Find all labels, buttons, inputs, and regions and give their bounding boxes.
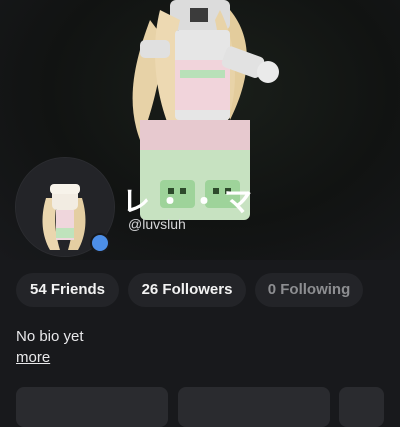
- action-button-more[interactable]: [339, 387, 384, 427]
- followers-count-button[interactable]: 26 Followers: [128, 273, 246, 307]
- online-status-icon: [90, 233, 110, 253]
- bio-more-link[interactable]: more: [16, 349, 50, 366]
- following-count-button[interactable]: 0 Following: [255, 273, 363, 307]
- action-button-2[interactable]: [178, 387, 330, 427]
- action-button-1[interactable]: [16, 387, 168, 427]
- friends-count-button[interactable]: 54 Friends: [16, 273, 119, 307]
- display-name: レ・・マ: [122, 186, 259, 217]
- bio-text: No bio yet: [16, 328, 84, 345]
- username: @luvsluh: [128, 216, 186, 232]
